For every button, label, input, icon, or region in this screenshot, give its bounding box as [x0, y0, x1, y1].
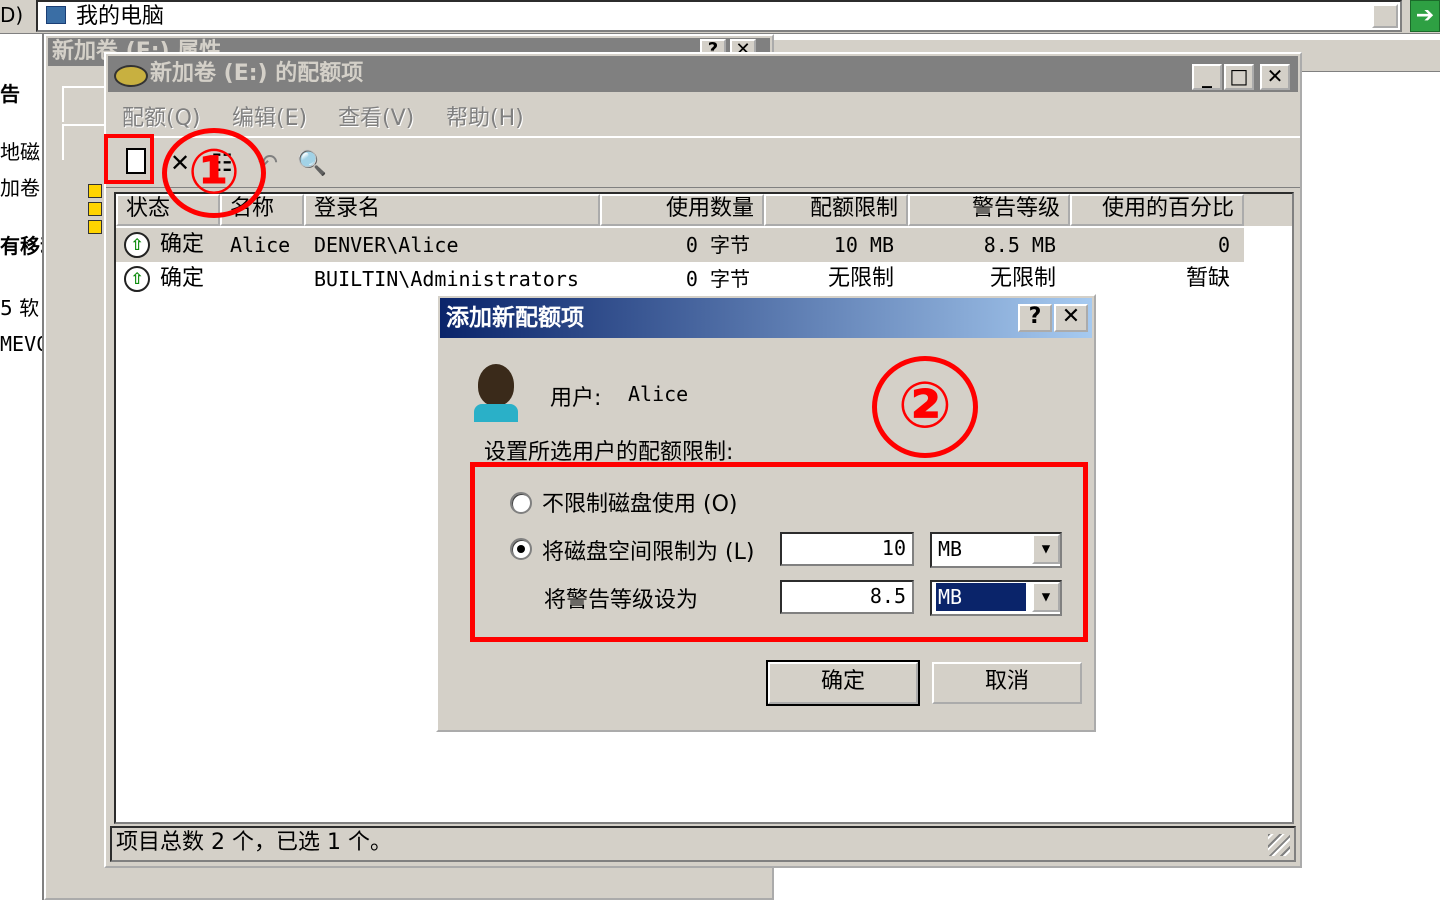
user-avatar-icon [472, 362, 520, 422]
label-warning: 将警告等级设为 [544, 588, 699, 613]
warning-unit-select[interactable]: MB ▼ [930, 580, 1062, 616]
left-fragment: 5 软 [0, 296, 40, 320]
cell-status: 确定 [160, 266, 205, 291]
column-limit[interactable]: 配额限制 [764, 194, 908, 226]
status-bar: 项目总数 2 个，已选 1 个。 [110, 826, 1296, 862]
left-fragment: 告 [0, 82, 20, 106]
maximize-button[interactable]: □ [1224, 64, 1254, 90]
menu-help[interactable]: 帮助(H) [446, 100, 524, 132]
cell-limit: 10 MB [833, 233, 894, 257]
column-warning[interactable]: 警告等级 [908, 194, 1070, 226]
left-fragment: 加卷 [0, 176, 40, 200]
menu-quota[interactable]: 配额(Q) [122, 100, 200, 132]
my-computer-icon [46, 6, 66, 24]
menu-bar: 配额(Q) 编辑(E) 查看(V) 帮助(H) [106, 94, 1300, 132]
disk-icon [114, 65, 148, 87]
limit-unit-value: MB [938, 537, 963, 561]
cell-login: BUILTIN\Administrators [314, 267, 579, 291]
list-header: 状态 名称 登录名 使用数量 配额限制 警告等级 使用的百分比 [116, 194, 1292, 226]
status-text: 项目总数 2 个，已选 1 个。 [116, 830, 392, 855]
resize-grip[interactable] [1268, 834, 1290, 856]
annotation-box-new-entry [104, 134, 154, 184]
address-dropdown-button[interactable] [1372, 4, 1398, 28]
user-label: 用户: [550, 386, 602, 411]
quota-window-title: 新加卷 (E:) 的配额项 [108, 56, 1298, 92]
left-fragment: 地磁 [0, 140, 40, 164]
column-used[interactable]: 使用数量 [600, 194, 764, 226]
annotation-step-2: ② [872, 356, 978, 458]
annotation-step-1: ① [162, 128, 266, 218]
cell-warning: 8.5 MB [983, 233, 1056, 257]
menu-view[interactable]: 查看(V) [338, 100, 414, 132]
address-combo[interactable]: 我的电脑 [36, 0, 1402, 32]
label-unlimited[interactable]: 不限制磁盘使用 (O) [542, 486, 737, 518]
user-value: Alice [628, 382, 689, 406]
dialog-title: 添加新配额项 [440, 298, 1092, 338]
status-ok-icon: ⇧ [124, 232, 150, 258]
limit-unit-select[interactable]: MB ▼ [930, 532, 1062, 568]
toolbar: ✕ ☷ ↶ 🔍 [106, 136, 1300, 188]
ok-button[interactable]: 确定 [766, 660, 920, 706]
table-row[interactable]: ⇧ 确定 BUILTIN\Administrators 0 字节 无限制 无限制… [116, 262, 1244, 296]
find-icon[interactable]: 🔍 [296, 146, 328, 180]
radio-unlimited[interactable] [510, 492, 532, 514]
cell-name: Alice [230, 233, 291, 257]
chevron-down-icon[interactable]: ▼ [1032, 534, 1060, 564]
address-text: 我的电脑 [76, 4, 165, 29]
cell-used: 0 字节 [685, 233, 750, 257]
table-row[interactable]: ⇧ 确定 Alice DENVER\Alice 0 字节 10 MB 8.5 M… [116, 228, 1244, 262]
dialog-help-button[interactable]: ? [1018, 304, 1052, 332]
label-limit[interactable]: 将磁盘空间限制为 (L) [542, 534, 754, 566]
cell-limit: 无限制 [827, 266, 894, 291]
background-folder-pane: 告 地磁 加卷 有移动 5 软 MEVC [0, 34, 44, 900]
warning-value-field[interactable]: 8.5 [780, 580, 914, 614]
cancel-button[interactable]: 取消 [932, 662, 1082, 704]
drive-fragment: D) [0, 3, 24, 27]
radio-limit[interactable] [510, 538, 532, 560]
cell-status: 确定 [160, 232, 205, 257]
left-fragment: 有移动 [0, 234, 42, 258]
add-quota-entry-dialog: 添加新配额项 ? ✕ 用户: Alice 设置所选用户的配额限制: ② 不限制磁… [436, 294, 1096, 732]
close-button[interactable]: ✕ [1260, 64, 1290, 90]
cell-warning: 无限制 [989, 266, 1056, 291]
cell-used: 0 字节 [685, 267, 750, 291]
chevron-down-icon[interactable]: ▼ [1032, 582, 1060, 612]
drive-marker-icons [88, 184, 104, 244]
minimize-button[interactable]: _ [1192, 64, 1222, 90]
menu-edit[interactable]: 编辑(E) [232, 100, 307, 132]
status-ok-icon: ⇧ [124, 266, 150, 292]
limit-value-field[interactable]: 10 [780, 532, 914, 566]
address-bar: D) 我的电脑 ➔ [0, 0, 1440, 34]
column-percent[interactable]: 使用的百分比 [1070, 194, 1244, 226]
column-login[interactable]: 登录名 [304, 194, 600, 226]
cell-login: DENVER\Alice [314, 233, 459, 257]
cell-percent: 暂缺 [1185, 266, 1230, 291]
go-button[interactable]: ➔ [1410, 0, 1440, 32]
left-fragment: MEVC [0, 332, 44, 356]
cell-percent: 0 [1217, 233, 1230, 257]
warning-unit-value: MB [935, 582, 1027, 612]
dialog-close-button[interactable]: ✕ [1054, 304, 1088, 332]
